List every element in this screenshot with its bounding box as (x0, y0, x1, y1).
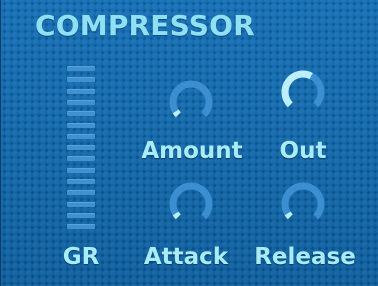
gr-label: GR (62, 244, 100, 270)
release-knob[interactable] (277, 178, 329, 230)
gr-meter-segment (67, 167, 95, 173)
gr-meter-segment (67, 88, 95, 94)
out-knob-dial (281, 70, 325, 108)
compressor-panel: COMPRESSOR GR Amount Out Attack Release (0, 0, 378, 286)
attack-label: Attack (143, 244, 229, 270)
knob-value-arc (281, 70, 313, 108)
attack-knob[interactable] (165, 178, 217, 230)
attack-knob-dial (169, 182, 213, 220)
gr-meter-segment (67, 145, 95, 151)
gr-meter-segment (67, 156, 95, 162)
gr-meter-segment (67, 99, 95, 105)
gr-meter-segment (67, 201, 95, 207)
amount-knob[interactable] (165, 76, 217, 128)
release-knob-dial (281, 182, 325, 220)
gr-meter-segment (67, 66, 95, 71)
gr-meter-segment (67, 133, 95, 139)
gr-meter-segment (67, 190, 95, 196)
gr-meter-segment (67, 122, 95, 128)
amount-knob-dial (169, 80, 213, 118)
gr-meter-segment (67, 212, 95, 218)
amount-label: Amount (141, 138, 243, 164)
gr-meter-segment (67, 179, 95, 184)
gr-meter-segment (67, 224, 95, 230)
out-label: Out (279, 138, 327, 164)
knob-value-arc (172, 109, 181, 118)
gr-meter-segment (67, 111, 95, 117)
knob-value-arc (284, 211, 293, 220)
gr-meter-segment (67, 77, 95, 83)
knob-value-arc (172, 211, 181, 220)
panel-title: COMPRESSOR (35, 9, 255, 42)
gain-reduction-meter (67, 66, 95, 236)
release-label: Release (254, 244, 356, 270)
out-knob[interactable] (277, 66, 329, 118)
